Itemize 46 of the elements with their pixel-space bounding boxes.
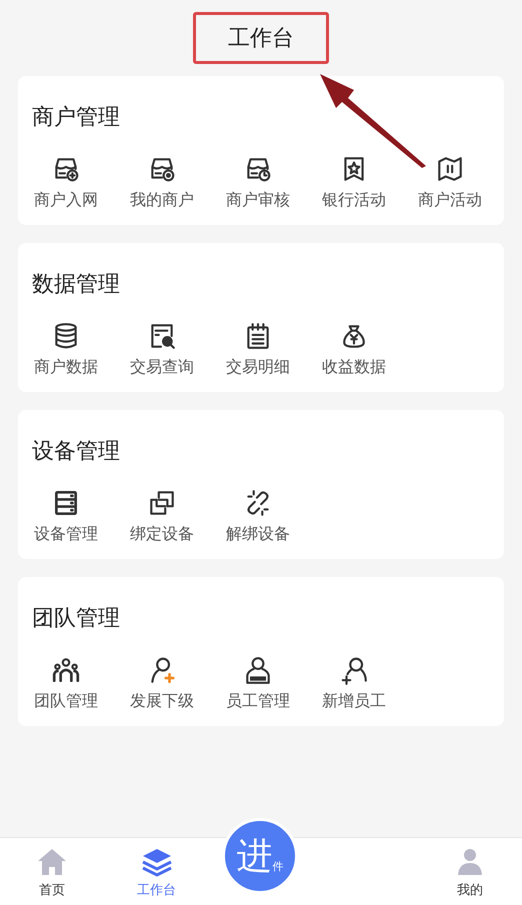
menu-label: 银行活动 [322, 190, 386, 211]
menu-item[interactable]: 收益数据 [306, 321, 402, 378]
person-add-icon [339, 655, 369, 685]
menu-item[interactable]: 新增员工 [306, 655, 402, 712]
menu-item[interactable]: 发展下级 [114, 655, 210, 712]
map-icon [435, 154, 465, 184]
section-title: 商户管理 [32, 104, 120, 132]
menu-label: 员工管理 [226, 691, 290, 712]
linked-squares-icon [147, 488, 177, 518]
menu-item[interactable]: 我的商户 [114, 154, 210, 211]
menu-label: 团队管理 [34, 691, 98, 712]
menu-item[interactable]: 商户审核 [210, 154, 306, 211]
menu-label: 解绑设备 [226, 524, 290, 545]
menu-item[interactable]: 银行活动 [306, 154, 402, 211]
tab-item[interactable]: 首页 [0, 838, 104, 905]
menu-label: 商户数据 [34, 357, 98, 378]
menu-item[interactable]: 解绑设备 [210, 488, 306, 545]
menu-item[interactable]: 团队管理 [18, 655, 114, 712]
menu-item[interactable]: 交易明细 [210, 321, 306, 378]
tab-item[interactable]: 工作台 [104, 838, 209, 905]
menu-label: 设备管理 [34, 524, 98, 545]
menu-label: 绑定设备 [130, 524, 194, 545]
menu-label: 商户审核 [226, 190, 290, 211]
menu-item[interactable]: 员工管理 [210, 655, 306, 712]
layers-icon [140, 846, 174, 878]
menu-label: 发展下级 [130, 691, 194, 712]
section-title: 数据管理 [32, 271, 120, 299]
staff-person-icon [243, 655, 273, 685]
menu-item[interactable]: 商户数据 [18, 321, 114, 378]
menu-label: 我的商户 [130, 190, 194, 211]
center-action-button[interactable]: 进件 [222, 818, 298, 894]
menu-item[interactable]: 交易查询 [114, 321, 210, 378]
menu-item[interactable]: 设备管理 [18, 488, 114, 545]
menu-item[interactable]: 商户入网 [18, 154, 114, 211]
menu-label: 收益数据 [322, 357, 386, 378]
tab-item[interactable]: 我的 [418, 838, 522, 905]
menu-item[interactable]: 商户活动 [402, 154, 498, 211]
menu-label: 新增员工 [322, 691, 386, 712]
section-title: 团队管理 [32, 605, 120, 633]
menu-label: 商户活动 [418, 190, 482, 211]
menu-label: 交易查询 [130, 357, 194, 378]
menu-label: 交易明细 [226, 357, 290, 378]
menu-item[interactable]: 绑定设备 [114, 488, 210, 545]
section-title: 设备管理 [32, 438, 120, 466]
page-title: 工作台 [193, 12, 329, 64]
menu-label: 商户入网 [34, 190, 98, 211]
